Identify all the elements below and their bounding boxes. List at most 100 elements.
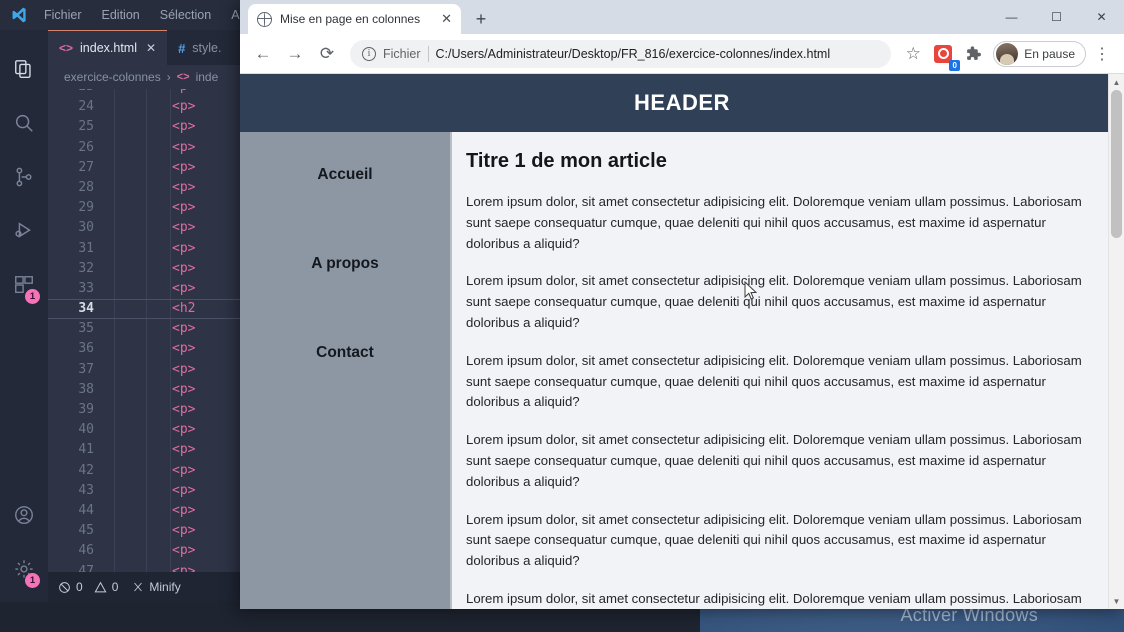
article-paragraph: Lorem ipsum dolor, sit amet consectetur … xyxy=(466,352,1082,410)
line-number-gutter: 23 24 25 26 27 28 29 30 31 32 33 34 35 36 37 38 39 40 41 42… xyxy=(48,89,106,572)
menu-fichier[interactable]: Fichier xyxy=(44,8,82,22)
article-title: Titre 1 de mon article xyxy=(466,150,667,172)
line-number: 24 xyxy=(78,99,94,115)
line-number: 46 xyxy=(78,543,94,559)
nav-link-3[interactable]: Contact xyxy=(240,336,450,370)
browser-tabstrip: Mise en page en colonnes ✕ + — ☐ ✕ xyxy=(240,0,1124,34)
minimize-button[interactable]: — xyxy=(989,0,1034,34)
files-explorer-icon[interactable] xyxy=(0,42,48,96)
line-number: 45 xyxy=(78,523,94,539)
settings-gear-icon[interactable]: 1 xyxy=(0,542,48,596)
page-columns: Accueil A propos Contact Titre 1 de mon ar… xyxy=(240,132,1124,609)
search-icon[interactable] xyxy=(0,96,48,150)
window-controls[interactable]: — ☐ ✕ xyxy=(989,0,1124,34)
line-number: 44 xyxy=(78,502,94,518)
line-number: 41 xyxy=(78,442,94,458)
avatar xyxy=(996,42,1019,65)
line-number: 23 xyxy=(48,89,106,97)
line-number: 34 xyxy=(78,301,94,317)
page-viewport: HEADER Accueil A propos Contact Titre 1 de… xyxy=(240,74,1124,609)
warning-count: 0 xyxy=(111,580,119,594)
line-number: 26 xyxy=(78,139,94,155)
run-and-debug-icon[interactable] xyxy=(0,204,48,258)
tab-style-css[interactable]: # style. xyxy=(167,30,233,65)
source-control-icon[interactable] xyxy=(0,150,48,204)
close-icon[interactable]: ✕ xyxy=(441,11,452,27)
article-paragraph: Lorem ipsum dolor, sit amet consectetur … xyxy=(466,194,1082,251)
tab-index-html[interactable]: <> index.html ✕ xyxy=(48,30,168,65)
scroll-up-arrow-icon[interactable]: ▲ xyxy=(1109,74,1124,90)
chrome-browser-window: Mise en page en colonnes ✕ + — ☐ ✕ ← → ⟳… xyxy=(240,0,1124,609)
article-paragraph: Lorem ipsum dolor, sit amet consectetur … xyxy=(466,590,1082,606)
vscode-logo-icon xyxy=(6,2,32,28)
line-number: 37 xyxy=(78,361,94,377)
line-number: 27 xyxy=(78,159,94,175)
close-button[interactable]: ✕ xyxy=(1079,0,1124,34)
account-icon[interactable] xyxy=(0,488,48,542)
page-main-content: Titre 1 de mon article Lorem ipsum dolor… xyxy=(450,132,1124,609)
html-file-icon: <> xyxy=(176,71,190,83)
globe-favicon-icon xyxy=(257,11,272,27)
line-number: 38 xyxy=(78,381,94,397)
extensions-puzzle-icon[interactable] xyxy=(959,40,987,68)
line-number: 43 xyxy=(78,482,94,498)
url-text: C:/Users/Administrateur/Desktop/FR_816/e… xyxy=(435,46,831,61)
scheme-label: Fichier xyxy=(383,46,421,61)
browser-toolbar: ← → ⟳ i Fichier C:/Users/Administrateur/… xyxy=(240,34,1124,74)
info-circle-icon[interactable]: i xyxy=(362,46,376,61)
page-header: HEADER xyxy=(240,74,1124,132)
line-number: 32 xyxy=(78,260,94,276)
extensions-icon[interactable]: 1 xyxy=(0,258,48,312)
page-sidebar-nav[interactable]: Accueil A propos Contact xyxy=(240,132,450,609)
scroll-down-arrow-icon[interactable]: ▼ xyxy=(1109,593,1124,609)
menu-affichage[interactable]: A xyxy=(231,8,239,22)
back-button[interactable]: ← xyxy=(248,39,278,69)
article-paragraph: Lorem ipsum dolor, sit amet consectetur … xyxy=(466,432,1082,489)
breadcrumb-separator: › xyxy=(166,70,171,84)
breadcrumb-file[interactable]: inde xyxy=(196,70,219,84)
line-number: 47 xyxy=(78,563,94,573)
maximize-button[interactable]: ☐ xyxy=(1034,0,1079,34)
forward-button[interactable]: → xyxy=(280,39,310,69)
browser-menu-icon[interactable]: ⋮ xyxy=(1088,40,1116,68)
article-paragraph: Lorem ipsum dolor, sit amet consectetur … xyxy=(466,511,1082,569)
nav-link-1[interactable]: Accueil xyxy=(240,158,450,192)
minify-label: Minify xyxy=(149,580,181,594)
divider xyxy=(427,45,429,62)
browser-tab[interactable]: Mise en page en colonnes ✕ xyxy=(248,4,461,34)
scrollbar-thumb[interactable] xyxy=(1111,90,1122,238)
settings-badge: 1 xyxy=(25,573,40,588)
address-bar[interactable]: i Fichier C:/Users/Administrateur/Deskto… xyxy=(350,39,892,68)
reload-button[interactable]: ⟳ xyxy=(312,39,342,69)
line-number: 28 xyxy=(78,179,94,195)
profile-button[interactable]: En pause xyxy=(993,40,1086,67)
css-file-icon: # xyxy=(178,40,186,56)
extension-icon[interactable]: 0 xyxy=(929,40,961,71)
new-tab-button[interactable]: + xyxy=(467,5,495,33)
close-icon[interactable]: ✕ xyxy=(146,41,156,55)
line-number: 33 xyxy=(78,280,94,296)
html-file-icon: <> xyxy=(59,41,74,55)
tab-label: style. xyxy=(192,41,222,55)
vscode-menubar[interactable]: Fichier Edition Sélection A xyxy=(44,8,240,22)
minify-status[interactable]: Minify xyxy=(132,580,181,594)
page-scroll-area[interactable]: HEADER Accueil A propos Contact Titre 1 de… xyxy=(240,74,1124,609)
page-scrollbar[interactable]: ▲ ▼ xyxy=(1108,74,1124,609)
line-number: 40 xyxy=(78,422,94,438)
bookmark-star-icon[interactable]: ☆ xyxy=(899,40,927,68)
line-number: 36 xyxy=(78,341,94,357)
browser-tab-title: Mise en page en colonnes xyxy=(280,12,421,26)
line-number: 29 xyxy=(78,200,94,216)
article-paragraph: Lorem ipsum dolor, sit amet consectetur … xyxy=(466,273,1082,330)
breadcrumb-folder[interactable]: exercice-colonnes xyxy=(64,70,161,84)
problems-status[interactable]: 0 0 xyxy=(58,580,118,594)
line-number: 39 xyxy=(78,402,94,417)
tab-label: index.html xyxy=(80,41,137,55)
menu-selection[interactable]: Sélection xyxy=(160,8,211,22)
nav-link-2[interactable]: A propos xyxy=(240,247,450,281)
line-number: 35 xyxy=(78,321,94,337)
menu-edition[interactable]: Edition xyxy=(102,8,140,22)
extensions-badge: 1 xyxy=(25,289,40,304)
line-number: 30 xyxy=(78,220,94,236)
vscode-activity-bar[interactable]: 1 1 xyxy=(0,30,48,602)
